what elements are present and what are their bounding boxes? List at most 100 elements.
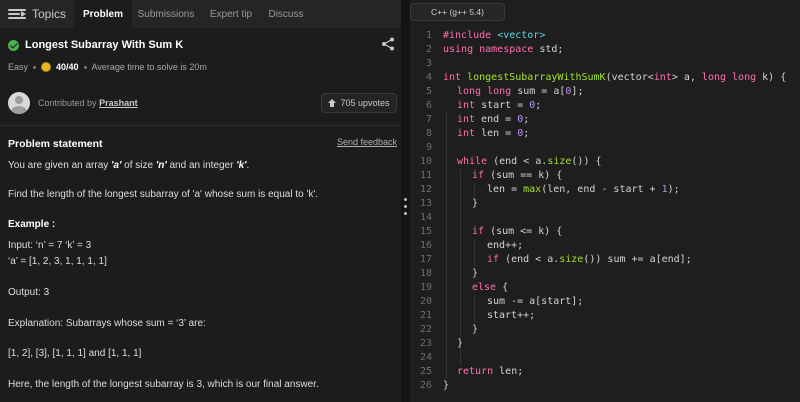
- code-line: 15 if (sum <= k) {: [410, 225, 800, 239]
- code-token: ];: [571, 86, 584, 97]
- line-number: 18: [419, 268, 432, 279]
- code-token: start++;: [487, 310, 536, 321]
- code-token: sum = a[: [517, 86, 566, 97]
- tab-expert-tip[interactable]: Expert tip: [200, 0, 262, 28]
- example-output: Output: 3: [8, 287, 50, 298]
- menu-icon: [8, 9, 26, 19]
- contributed-by-label: Contributed by Prashant: [38, 98, 138, 108]
- code-token: (sum == k) {: [490, 170, 563, 181]
- text: of size: [121, 160, 156, 171]
- code-line: 14: [410, 211, 800, 225]
- grip-dot: [404, 205, 407, 208]
- statement-line-1: You are given an array 'a' of size 'n' a…: [8, 160, 249, 171]
- line-number: 8: [425, 128, 432, 139]
- problem-panel: Topics Problem Submissions Expert tip Di…: [0, 0, 401, 402]
- tab-submissions[interactable]: Submissions: [132, 0, 200, 28]
- code-token: size: [559, 254, 584, 265]
- line-number: 17: [419, 254, 432, 265]
- code-line: 22}: [410, 323, 800, 337]
- code-line: 1 #include <vector>: [410, 29, 800, 43]
- problem-meta: Easy 40/40 Average time to solve is 20m: [8, 60, 207, 74]
- text: 'n': [155, 160, 167, 171]
- panel-resize-handle[interactable]: [401, 0, 410, 402]
- code-token: int: [457, 114, 482, 125]
- contributor-row: Contributed by Prashant: [8, 92, 138, 114]
- code-line: 10 while (end < a.size()) {: [410, 155, 800, 169]
- line-number: 20: [419, 296, 432, 307]
- code-token: longestSubarrayWithSumK: [467, 72, 606, 83]
- grip-dot: [404, 212, 407, 215]
- code-line: 19 else {: [410, 281, 800, 295]
- upvote-button[interactable]: 705 upvotes: [321, 93, 397, 113]
- code-token: max: [523, 184, 542, 195]
- code-token: ;: [535, 100, 542, 111]
- code-token: while: [457, 156, 494, 167]
- example-subarrays: [1, 2], [3], [1, 1, 1] and [1, 1, 1]: [8, 348, 142, 359]
- tab-discuss[interactable]: Discuss: [262, 0, 310, 28]
- code-line: 20 sum -= a[start];: [410, 295, 800, 309]
- code-token: ;: [523, 114, 530, 125]
- code-token: len =: [487, 184, 524, 195]
- code-line: 24: [410, 351, 800, 365]
- tab-problem[interactable]: Problem: [74, 0, 132, 28]
- tab-bar: Topics Problem Submissions Expert tip Di…: [0, 0, 401, 28]
- example-input-1: Input: ‘n’ = 7 ‘k’ = 3: [8, 240, 92, 251]
- topics-button[interactable]: Topics: [8, 0, 66, 28]
- code-line: 17 if (end < a.size()) sum += a[end];: [410, 253, 800, 267]
- code-line: 9: [410, 141, 800, 155]
- send-feedback-link[interactable]: Send feedback: [337, 137, 397, 147]
- code-token: end =: [481, 114, 518, 125]
- code-line: 3: [410, 57, 800, 71]
- code-token: k) {: [762, 72, 787, 83]
- code-token: return: [457, 366, 500, 377]
- code-line: 12 len = max(len, end - start + 1);: [410, 183, 800, 197]
- line-number: 12: [419, 184, 432, 195]
- code-line: 6 int start = 0;: [410, 99, 800, 113]
- topics-label: Topics: [32, 7, 67, 21]
- example-final: Here, the length of the longest subarray…: [8, 379, 319, 390]
- line-number: 3: [425, 58, 432, 69]
- example-input-2: ‘a’ = [1, 2, 3, 1, 1, 1, 1]: [8, 256, 107, 267]
- share-icon[interactable]: [381, 37, 395, 51]
- code-line: 11 if (sum == k) {: [410, 169, 800, 183]
- code-token: start =: [481, 100, 530, 111]
- code-token: }: [472, 324, 479, 335]
- code-line: 23}: [410, 337, 800, 351]
- code-token: if: [472, 226, 491, 237]
- code-line: 2 using namespace std;: [410, 43, 800, 57]
- code-line: 21 start++;: [410, 309, 800, 323]
- code-token: long long: [457, 86, 518, 97]
- line-number: 21: [419, 310, 432, 321]
- example-heading: Example :: [8, 219, 56, 230]
- line-number: 9: [425, 142, 432, 153]
- code-line: 26}: [410, 379, 800, 393]
- text: .: [246, 160, 250, 171]
- code-token: std;: [539, 44, 564, 55]
- score-value: 40/40: [56, 62, 79, 72]
- line-number: 13: [419, 198, 432, 209]
- code-token: end++;: [487, 240, 524, 251]
- line-number: 23: [419, 338, 432, 349]
- code-token: long long: [701, 72, 763, 83]
- coin-icon: [41, 62, 52, 72]
- author-link[interactable]: Prashant: [99, 98, 138, 108]
- code-line: 4 int longestSubarrayWithSumK(vector<int>…: [410, 71, 800, 85]
- problem-title-row: Longest Subarray With Sum K: [8, 37, 183, 53]
- code-token: (vector<: [605, 72, 654, 83]
- line-number: 25: [419, 366, 432, 377]
- language-select[interactable]: C++ (g++ 5.4): [410, 3, 505, 21]
- solved-check-icon: [8, 39, 19, 51]
- upvote-count: 705 upvotes: [340, 98, 390, 108]
- code-token: (len, end - start +: [541, 184, 662, 195]
- code-token: }: [457, 338, 464, 349]
- code-token: ()) sum += a[end];: [583, 254, 692, 265]
- line-number: 2: [425, 44, 432, 55]
- line-number: 22: [419, 324, 432, 335]
- line-number: 24: [419, 352, 432, 363]
- average-time: Average time to solve is 20m: [91, 62, 207, 72]
- code-editor[interactable]: 1 #include <vector> 2 using namespace std;…: [410, 29, 800, 393]
- line-number: 5: [425, 86, 432, 97]
- code-token: if: [487, 254, 506, 265]
- code-token: ()) {: [571, 156, 602, 167]
- separator-dot: [83, 65, 87, 69]
